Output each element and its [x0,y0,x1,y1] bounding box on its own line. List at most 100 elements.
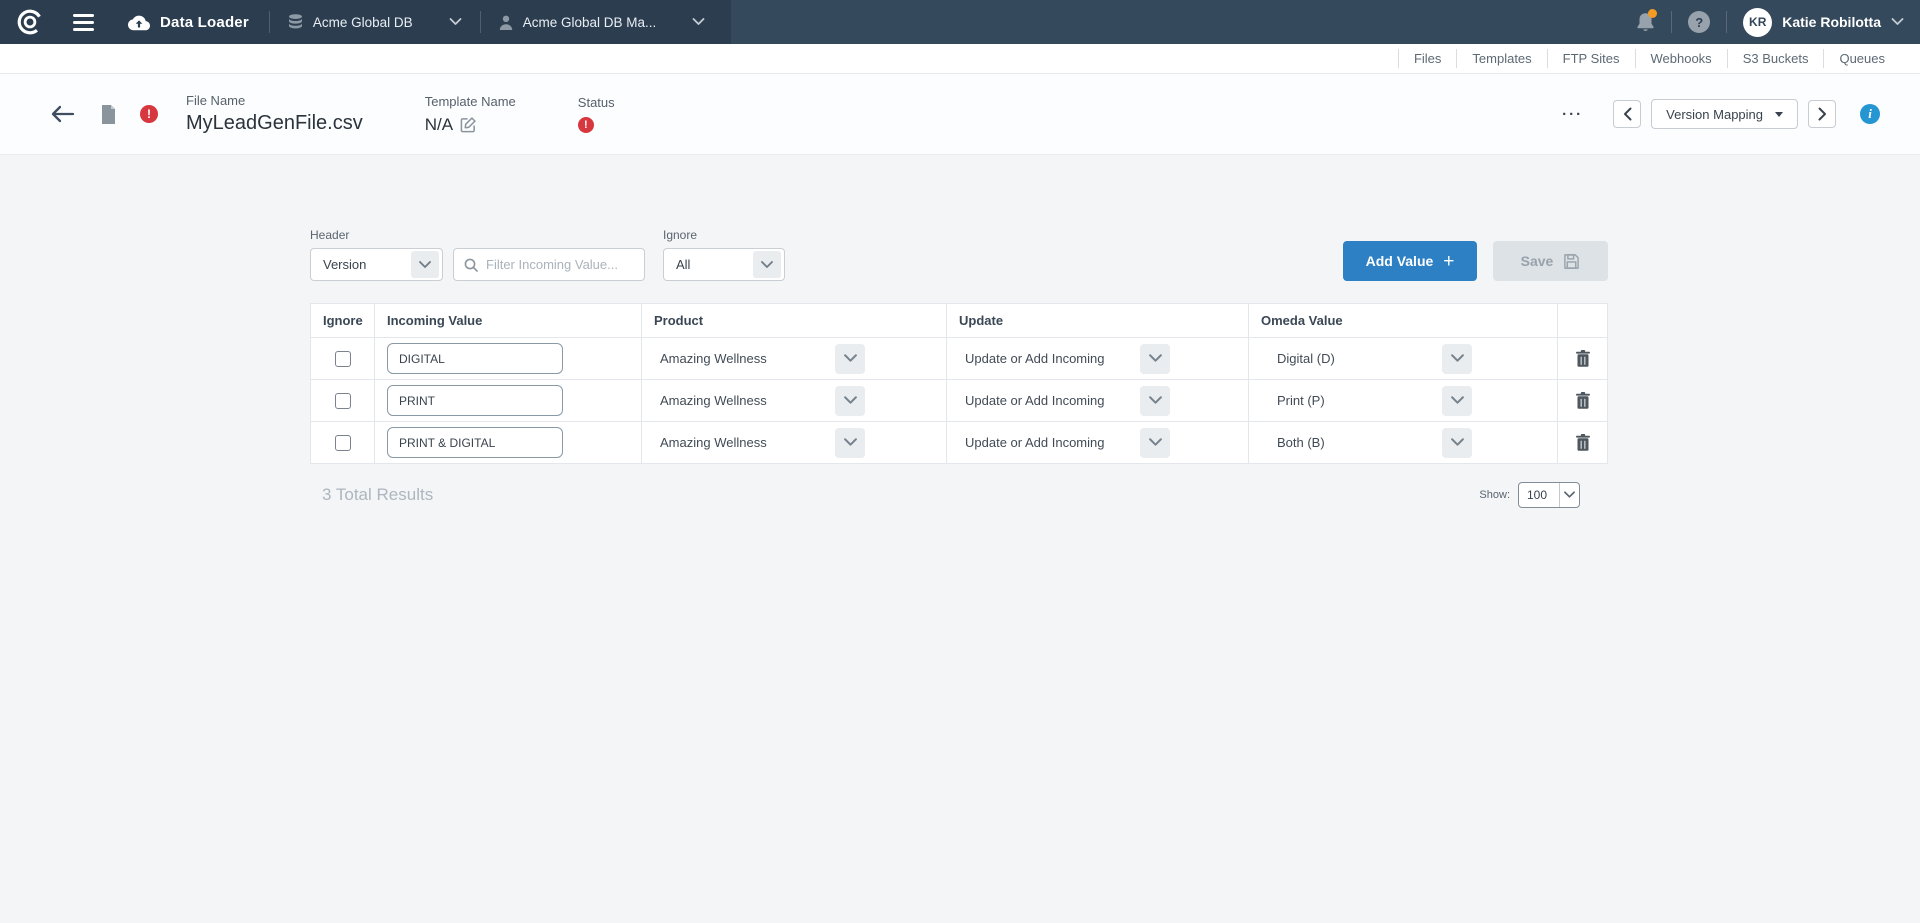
column-header-product: Product [642,304,947,337]
hamburger-menu-icon[interactable] [60,14,106,31]
chevron-left-icon [1623,107,1632,121]
ignore-filter-value: All [676,257,690,272]
product-select[interactable]: Amazing Wellness [660,386,865,416]
status-error-icon: ! [578,117,594,133]
question-icon: ? [1695,15,1703,30]
back-button[interactable] [50,104,75,124]
update-select[interactable]: Update or Add Incoming [965,386,1170,416]
update-select-value: Update or Add Incoming [965,351,1104,366]
filter-incoming-value-input[interactable] [486,257,634,272]
update-select-value: Update or Add Incoming [965,435,1104,450]
omeda-value-select-value: Print (P) [1277,393,1325,408]
help-button[interactable]: ? [1688,11,1710,33]
subnav-link-files[interactable]: Files [1398,49,1456,68]
trash-icon [1576,392,1590,409]
mapping-section: Header Version Ignore All [310,228,1608,508]
update-select[interactable]: Update or Add Incoming [965,428,1170,458]
chevron-down-icon [1140,428,1170,458]
update-select[interactable]: Update or Add Incoming [965,344,1170,374]
column-header-update: Update [947,304,1249,337]
file-header: ! File Name MyLeadGenFile.csv Template N… [0,74,1920,155]
table-row: Amazing Wellness Update or Add Incoming … [311,380,1607,422]
ignore-checkbox[interactable] [335,351,351,367]
omeda-value-select-value: Both (B) [1277,435,1325,450]
plus-icon: + [1443,252,1454,271]
notifications-button[interactable] [1636,12,1655,33]
template-name-value: N/A [425,115,453,135]
chevron-down-icon [1140,386,1170,416]
omeda-value-select[interactable]: Print (P) [1277,386,1472,416]
save-floppy-icon [1563,253,1580,270]
page-size-select[interactable]: 100 [1518,482,1580,508]
chevron-down-icon [1442,344,1472,374]
chevron-down-icon [1559,483,1579,507]
column-header-actions [1558,304,1607,337]
delete-row-button[interactable] [1576,434,1590,451]
person-icon [499,15,513,30]
document-icon [101,105,116,124]
chevron-down-icon [1140,344,1170,374]
previous-step-button[interactable] [1613,100,1641,128]
chevron-down-icon [1442,386,1472,416]
column-header-omeda-value: Omeda Value [1249,304,1558,337]
subnav-link-queues[interactable]: Queues [1823,49,1900,68]
product-select[interactable]: Amazing Wellness [660,428,865,458]
step-select-dropdown[interactable]: Version Mapping [1651,99,1798,129]
omeda-value-select-value: Digital (D) [1277,351,1335,366]
ignore-checkbox[interactable] [335,393,351,409]
chevron-down-icon [1442,428,1472,458]
incoming-value-input[interactable] [387,385,563,416]
status-label: Status [578,95,615,110]
delete-row-button[interactable] [1576,350,1590,367]
navbar-right-section: ? KR Katie Robilotta [1636,0,1920,44]
database-select-menu[interactable]: Acme Global DB [270,14,480,30]
delete-row-button[interactable] [1576,392,1590,409]
header-filter-value: Version [323,257,366,272]
omeda-value-select[interactable]: Both (B) [1277,428,1472,458]
ignore-checkbox[interactable] [335,435,351,451]
database-menu-label: Acme Global DB [313,15,413,30]
save-button[interactable]: Save [1493,241,1608,281]
account-select-menu[interactable]: Acme Global DB Ma... [481,15,724,30]
navbar-left-section: Data Loader Acme Global DB [0,0,731,44]
chevron-down-icon [411,251,439,278]
navbar-divider [1726,11,1727,33]
add-value-button[interactable]: Add Value + [1343,241,1477,281]
update-select-value: Update or Add Incoming [965,393,1104,408]
incoming-value-input[interactable] [387,343,563,374]
trash-icon [1576,350,1590,367]
avatar: KR [1743,8,1772,37]
subnav-link-s3-buckets[interactable]: S3 Buckets [1727,49,1824,68]
ignore-filter-label: Ignore [663,228,785,242]
navbar-divider [1671,11,1672,33]
more-options-button[interactable]: ··· [1562,106,1583,123]
column-header-incoming-value: Incoming Value [375,304,642,337]
show-label: Show: [1479,489,1510,501]
chevron-down-icon [835,428,865,458]
ignore-filter-select[interactable]: All [663,248,785,281]
file-name-field: File Name MyLeadGenFile.csv [186,93,363,135]
product-select[interactable]: Amazing Wellness [660,344,865,374]
caret-down-icon [1775,112,1783,117]
secondary-nav: Files Templates FTP Sites Webhooks S3 Bu… [0,44,1920,74]
table-row: Amazing Wellness Update or Add Incoming … [311,422,1607,463]
notification-dot [1648,9,1657,18]
omeda-logo[interactable] [0,7,60,37]
subnav-link-ftp-sites[interactable]: FTP Sites [1547,49,1635,68]
app-title: Data Loader [160,14,249,31]
page-size-value: 100 [1527,488,1547,502]
back-arrow-icon [50,104,75,124]
subnav-link-templates[interactable]: Templates [1456,49,1546,68]
header-filter-select[interactable]: Version [310,248,443,281]
user-name: Katie Robilotta [1782,14,1881,30]
edit-icon[interactable] [460,116,477,133]
info-icon[interactable]: i [1860,104,1880,124]
subnav-link-webhooks[interactable]: Webhooks [1635,49,1727,68]
file-details-button[interactable] [101,105,116,124]
user-menu[interactable]: KR Katie Robilotta [1743,8,1904,37]
database-icon [288,14,303,30]
table-header-row: Ignore Incoming Value Product Update Ome… [311,304,1607,338]
omeda-value-select[interactable]: Digital (D) [1277,344,1472,374]
incoming-value-input[interactable] [387,427,563,458]
next-step-button[interactable] [1808,100,1836,128]
